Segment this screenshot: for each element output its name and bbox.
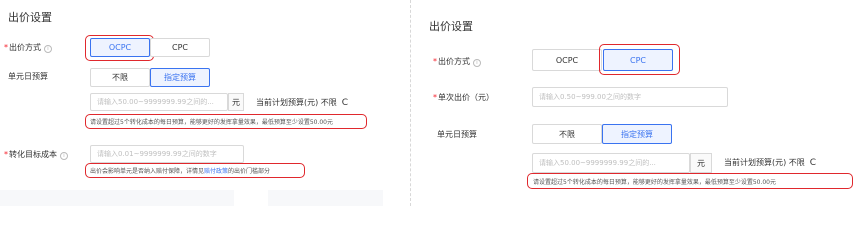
budget-hint: 请设置超过5个转化成本的每日预算，能够更好的发挥拿量效果，最低预算至少设置50.… (533, 179, 776, 186)
ocpc-option[interactable]: OCPC (532, 49, 602, 71)
panel-divider (410, 0, 411, 206)
hint-text: 的出价门槛部分 (228, 168, 271, 175)
single-bid-label: *单次出价（元） (433, 92, 494, 103)
page-title: 出价设置 (429, 20, 473, 33)
required-mark: * (4, 150, 8, 159)
footer-strip (0, 190, 383, 206)
ocpc-option[interactable]: OCPC (90, 38, 150, 57)
current-plan-budget: 当前计划预算(元) 不限 C (724, 157, 816, 168)
info-icon: i (473, 59, 481, 67)
budget-hint: 请设置超过5个转化成本的每日预算，能够更好的发挥拿量效果，最低预算至少设置50.… (90, 119, 333, 126)
current-plan-budget: 当前计划预算(元) 不限 C (256, 97, 348, 108)
target-cost-label-text: 转化目标成本 (9, 150, 57, 159)
right-bid-settings-panel: 出价设置 *出价方式 i OCPC CPC *单次出价（元） 请输入0.50~99… (418, 0, 864, 206)
single-bid-input[interactable]: 请输入0.50~999.00之间的数字 (532, 87, 728, 107)
page-title: 出价设置 (8, 11, 52, 24)
daily-budget-input[interactable]: 请输入50.00~9999999.99之间的... (90, 93, 228, 111)
currency-unit: 元 (690, 153, 712, 173)
budget-unlimited-option[interactable]: 不限 (532, 124, 602, 144)
current-plan-budget-text: 当前计划预算(元) 不限 (724, 158, 805, 167)
hint-text: 出价会影响单元是否纳入赔付保障，详情见 (90, 168, 205, 175)
refresh-icon[interactable]: C (810, 158, 816, 168)
left-bid-settings-panel: 出价设置 *出价方式 i OCPC CPC 单元日预算 不限 指定预算 请输入50… (0, 0, 383, 206)
required-mark: * (4, 43, 8, 52)
footer-gap (234, 190, 268, 206)
budget-specified-option[interactable]: 指定预算 (602, 124, 672, 144)
refresh-icon[interactable]: C (342, 98, 348, 108)
target-cost-input[interactable]: 请输入0.01~9999999.99之间的数字 (90, 145, 244, 163)
daily-budget-label: 单元日预算 (437, 130, 477, 139)
bid-method-label-text: 出价方式 (9, 43, 41, 52)
single-bid-label-text: 单次出价（元） (438, 93, 494, 102)
required-mark: * (433, 93, 437, 102)
bid-method-label: *出价方式 i (4, 42, 52, 53)
target-cost-hint: 出价会影响单元是否纳入赔付保障，详情见赔付政策的出价门槛部分 (90, 166, 270, 175)
info-icon: i (44, 45, 52, 53)
currency-unit: 元 (228, 93, 244, 111)
budget-unlimited-option[interactable]: 不限 (90, 68, 150, 87)
bid-method-label-text: 出价方式 (438, 57, 470, 66)
daily-budget-input[interactable]: 请输入50.00~9999999.99之间的... (532, 153, 690, 173)
target-cost-label: *转化目标成本 i (4, 149, 68, 160)
cpc-option[interactable]: CPC (150, 38, 210, 57)
required-mark: * (433, 57, 437, 66)
budget-specified-option[interactable]: 指定预算 (150, 68, 210, 87)
daily-budget-label: 单元日预算 (8, 72, 48, 81)
compensation-policy-link[interactable]: 赔付政策 (204, 168, 228, 175)
bid-method-label: *出价方式 i (433, 56, 481, 67)
info-icon: i (60, 152, 68, 160)
cpc-option[interactable]: CPC (603, 49, 673, 71)
current-plan-budget-text: 当前计划预算(元) 不限 (256, 98, 337, 107)
